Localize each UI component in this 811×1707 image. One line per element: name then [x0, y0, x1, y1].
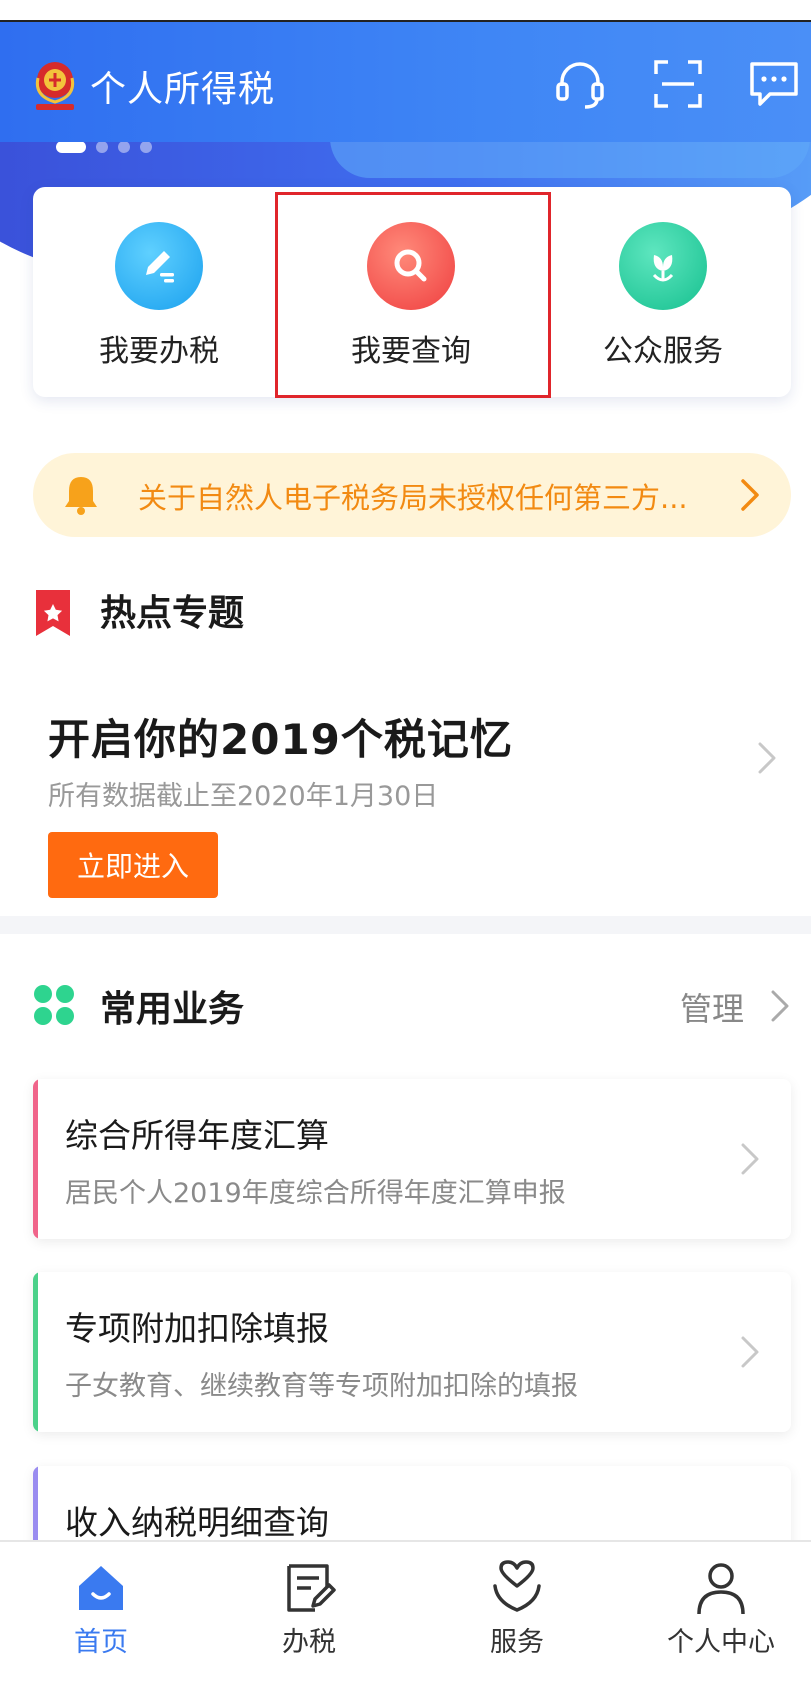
customer-service-icon — [556, 62, 604, 109]
tab-label: 办税 — [282, 1627, 336, 1658]
grid-apps-icon — [34, 985, 74, 1025]
highlight-box — [275, 192, 551, 398]
chevron-right-icon[interactable] — [752, 738, 782, 778]
bookmark-icon — [36, 590, 70, 636]
chevron-right-icon — [741, 479, 759, 511]
section-divider — [0, 916, 811, 934]
flower-icon — [652, 255, 674, 282]
manage-button[interactable]: 管理 — [680, 984, 744, 1030]
business-card-subtitle: 子女教育、继续教育等专项附加扣除的填报 — [65, 1371, 578, 1402]
hot-topic-title[interactable]: 开启你的2019个税记忆 — [48, 706, 513, 767]
quick-action-label: 公众服务 — [603, 334, 723, 369]
hot-topic-subtitle: 所有数据截止至2020年1月30日 — [48, 781, 439, 812]
notice-text: 关于自然人电子税务局未授权任何第三方... — [138, 481, 688, 515]
user-icon — [697, 1563, 745, 1615]
tab-profile[interactable]: 个人中心 — [620, 1560, 811, 1659]
business-card-annual-settlement[interactable]: 综合所得年度汇算 居民个人2019年度综合所得年度汇算申报 — [33, 1079, 791, 1239]
scan-button[interactable] — [648, 54, 708, 114]
edit-icon — [146, 251, 174, 283]
chevron-right-icon — [741, 1336, 759, 1368]
tab-label: 首页 — [74, 1627, 128, 1658]
quick-action-icon-bg — [115, 222, 203, 310]
tax-document-icon — [287, 1564, 336, 1612]
accent-bar — [33, 1272, 38, 1432]
tab-label: 个人中心 — [667, 1627, 775, 1658]
tab-home[interactable]: 首页 — [0, 1560, 202, 1659]
business-card-title: 收入纳税明细查询 — [65, 1503, 329, 1542]
pagination-dot[interactable] — [96, 141, 108, 153]
message-icon — [750, 62, 798, 106]
enter-now-button[interactable]: 立即进入 — [48, 832, 218, 898]
business-card-subtitle: 居民个人2019年度综合所得年度汇算申报 — [65, 1178, 566, 1209]
quick-action-public-service[interactable]: 公众服务 — [537, 187, 789, 397]
business-card-title: 综合所得年度汇算 — [65, 1116, 329, 1155]
app-title: 个人所得税 — [90, 69, 276, 110]
tab-label: 服务 — [490, 1627, 544, 1658]
pagination-dot[interactable] — [140, 141, 152, 153]
business-card-title: 专项附加扣除填报 — [65, 1309, 329, 1348]
pagination-dot[interactable] — [118, 141, 130, 153]
home-icon — [79, 1566, 123, 1610]
quick-action-tax-filing[interactable]: 我要办税 — [33, 187, 285, 397]
bottom-tab-bar: 首页 办税 服务 个人中心 — [0, 1540, 811, 1707]
notice-bar[interactable]: 关于自然人电子税务局未授权任何第三方... — [33, 453, 791, 537]
scan-icon — [654, 60, 702, 108]
tab-tax[interactable]: 办税 — [208, 1560, 410, 1659]
status-strip — [0, 0, 811, 22]
accent-bar — [33, 1079, 38, 1239]
business-card-special-deduction[interactable]: 专项附加扣除填报 子女教育、继续教育等专项附加扣除的填报 — [33, 1272, 791, 1432]
section-title-common-business: 常用业务 — [100, 989, 245, 1030]
app-header: 个人所得税 — [0, 22, 811, 142]
chevron-right-icon — [741, 1143, 759, 1175]
banner-pagination — [56, 141, 152, 153]
service-heart-icon — [493, 1560, 541, 1612]
section-title-hot-topics: 热点专题 — [100, 593, 245, 634]
quick-action-icon-bg — [619, 222, 707, 310]
quick-action-label: 我要办税 — [99, 334, 219, 369]
customer-service-button[interactable] — [550, 54, 610, 114]
home-screen: 个人所得税 我要办税 我要查询 公众服务 关于自然人电子税务局未授权任何第三方.… — [0, 0, 811, 1707]
bell-icon — [65, 477, 97, 515]
chevron-right-icon[interactable] — [765, 986, 795, 1026]
tab-service[interactable]: 服务 — [416, 1560, 618, 1659]
tax-emblem-logo — [35, 62, 75, 110]
pagination-dot-active[interactable] — [56, 141, 86, 153]
message-button[interactable] — [744, 54, 804, 114]
